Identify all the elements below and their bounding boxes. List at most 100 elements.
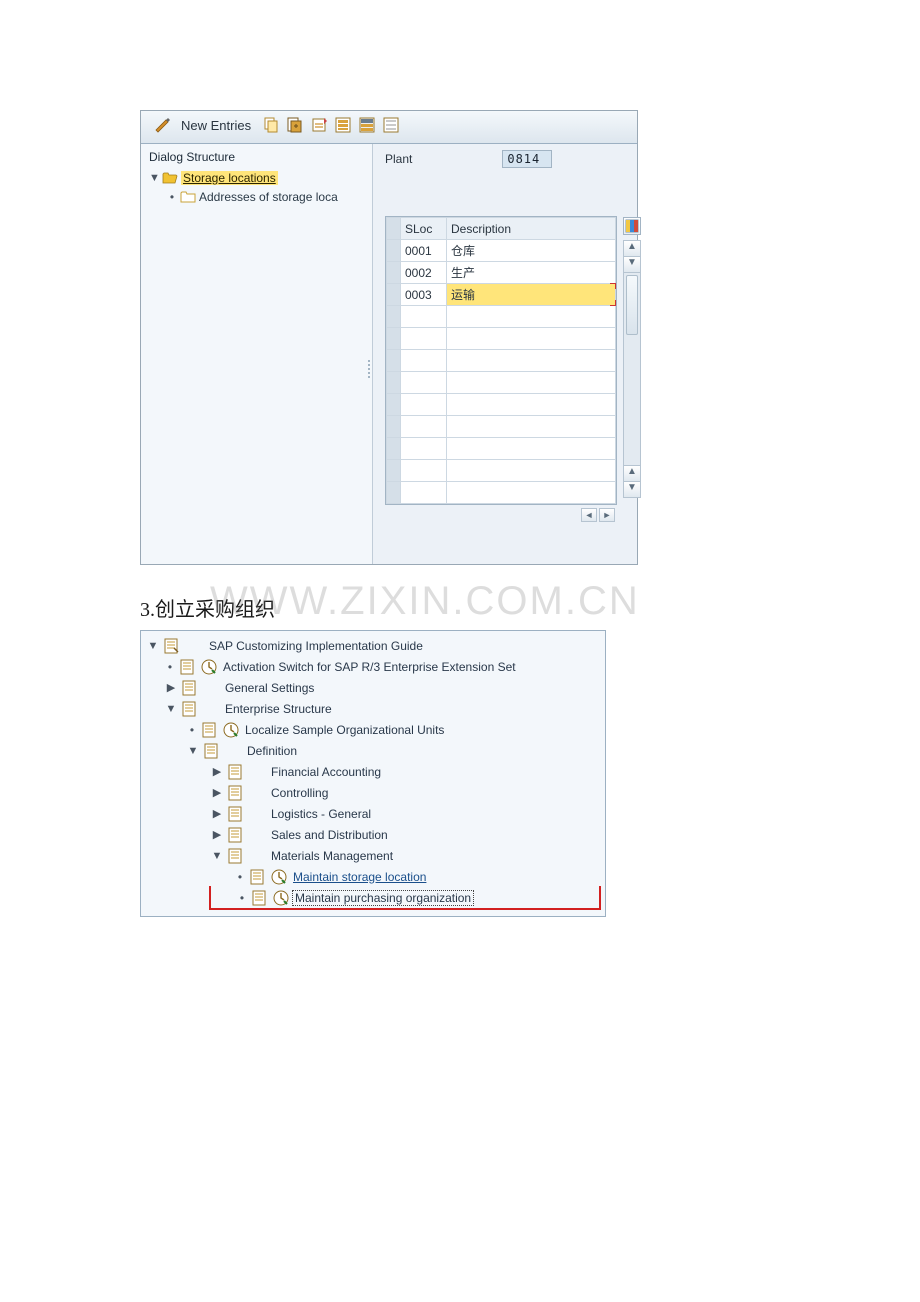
row-selector[interactable]: [387, 240, 401, 262]
delete-icon[interactable]: [309, 115, 329, 135]
table-row[interactable]: [387, 328, 616, 350]
table-row[interactable]: [387, 240, 616, 262]
section-3-heading: 3.创立采购组织: [140, 593, 780, 622]
column-sloc[interactable]: SLoc: [401, 218, 447, 240]
img-node-localize-sample[interactable]: • Localize Sample Organizational Units: [141, 719, 605, 740]
img-node-enterprise-structure[interactable]: ▼ Enterprise Structure: [141, 698, 605, 719]
img-label[interactable]: Maintain purchasing organization: [293, 891, 473, 905]
img-node-definition[interactable]: ▼ Definition: [141, 740, 605, 761]
sloc-input[interactable]: [405, 266, 442, 280]
sloc-input[interactable]: [405, 288, 442, 302]
tree-label: Addresses of storage loca: [199, 190, 338, 204]
expand-icon[interactable]: ▶: [211, 828, 223, 841]
leaf-bullet-icon: •: [187, 723, 197, 737]
scroll-right-icon[interactable]: ►: [599, 508, 615, 522]
img-label: General Settings: [223, 681, 316, 695]
doc-icon[interactable]: [251, 890, 269, 906]
expand-icon[interactable]: ▶: [211, 786, 223, 799]
expand-icon[interactable]: ▶: [211, 807, 223, 820]
collapse-icon[interactable]: ▼: [187, 745, 199, 757]
scroll-up-icon[interactable]: ▲: [624, 241, 640, 257]
table-row[interactable]: [387, 306, 616, 328]
img-node-financial-accounting[interactable]: ▶ Financial Accounting: [141, 761, 605, 782]
desc-cell[interactable]: [447, 284, 616, 306]
select-block-icon[interactable]: [357, 115, 377, 135]
execute-icon[interactable]: [271, 869, 287, 885]
img-node-sales-distribution[interactable]: ▶ Sales and Distribution: [141, 824, 605, 845]
doc-icon[interactable]: [181, 701, 199, 717]
doc-icon[interactable]: [163, 638, 181, 654]
img-node-maintain-storage-location[interactable]: • Maintain storage location: [141, 866, 605, 887]
table-row[interactable]: [387, 284, 616, 306]
img-node-controlling[interactable]: ▶ Controlling: [141, 782, 605, 803]
img-label: Materials Management: [269, 849, 395, 863]
table-row[interactable]: [387, 262, 616, 284]
splitter-handle[interactable]: [367, 354, 371, 384]
toggle-change-icon[interactable]: [153, 115, 173, 135]
desc-cell[interactable]: [447, 262, 616, 284]
execute-icon[interactable]: [273, 890, 289, 906]
scroll-left-icon[interactable]: ◄: [581, 508, 597, 522]
collapse-icon[interactable]: ▼: [211, 850, 223, 862]
doc-icon[interactable]: [227, 827, 245, 843]
img-label: Financial Accounting: [269, 765, 383, 779]
desc-input[interactable]: [451, 243, 611, 257]
scrollbar-thumb[interactable]: [626, 275, 638, 335]
img-node-logistics-general[interactable]: ▶ Logistics - General: [141, 803, 605, 824]
vertical-scrollbar[interactable]: ▲ ▼ ▲ ▼: [623, 240, 641, 498]
copy-icon[interactable]: [261, 115, 281, 135]
copy-as-icon[interactable]: [285, 115, 305, 135]
select-all-icon[interactable]: [333, 115, 353, 135]
doc-icon[interactable]: [201, 722, 219, 738]
doc-icon[interactable]: [227, 848, 245, 864]
expand-icon[interactable]: ▶: [211, 765, 223, 778]
img-label[interactable]: Maintain storage location: [291, 870, 428, 884]
desc-input[interactable]: [451, 287, 611, 301]
img-node-root[interactable]: ▼ SAP Customizing Implementation Guide: [141, 635, 605, 656]
sloc-cell[interactable]: [401, 240, 447, 262]
doc-icon[interactable]: [249, 869, 267, 885]
table-row[interactable]: [387, 438, 616, 460]
img-node-materials-management[interactable]: ▼ Materials Management: [141, 845, 605, 866]
desc-cell[interactable]: [447, 240, 616, 262]
table-row[interactable]: [387, 416, 616, 438]
execute-icon[interactable]: [223, 722, 239, 738]
tree-node-addresses[interactable]: • Addresses of storage loca: [149, 187, 372, 206]
collapse-icon[interactable]: ▼: [165, 703, 177, 715]
desc-input[interactable]: [451, 265, 611, 279]
table-row[interactable]: [387, 482, 616, 504]
doc-icon[interactable]: [227, 785, 245, 801]
doc-icon[interactable]: [227, 806, 245, 822]
row-selector[interactable]: [387, 284, 401, 306]
expand-icon[interactable]: ▶: [165, 681, 177, 694]
scroll-down2-icon[interactable]: ▼: [624, 481, 640, 497]
horizontal-scrollbar[interactable]: ◄ ►: [385, 508, 617, 522]
collapse-icon[interactable]: ▼: [149, 172, 159, 184]
doc-icon[interactable]: [227, 764, 245, 780]
new-entries-button[interactable]: New Entries: [181, 118, 251, 133]
doc-icon[interactable]: [181, 680, 199, 696]
tree-node-storage-locations[interactable]: ▼ Storage locations: [149, 168, 372, 187]
sloc-input[interactable]: [405, 244, 442, 258]
table-settings-icon[interactable]: [623, 217, 641, 235]
execute-icon[interactable]: [201, 659, 217, 675]
table-row[interactable]: [387, 460, 616, 482]
select-all-column[interactable]: [387, 218, 401, 240]
img-tree: ▼ SAP Customizing Implementation Guide •…: [140, 630, 606, 917]
img-node-activation-switch[interactable]: • Activation Switch for SAP R/3 Enterpri…: [141, 656, 605, 677]
scroll-down-icon[interactable]: ▼: [624, 257, 640, 273]
collapse-icon[interactable]: ▼: [147, 640, 159, 652]
table-row[interactable]: [387, 350, 616, 372]
column-description[interactable]: Description: [447, 218, 616, 240]
doc-icon[interactable]: [179, 659, 197, 675]
scroll-up2-icon[interactable]: ▲: [624, 465, 640, 481]
sloc-cell[interactable]: [401, 284, 447, 306]
img-node-general-settings[interactable]: ▶ General Settings: [141, 677, 605, 698]
table-row[interactable]: [387, 394, 616, 416]
doc-icon[interactable]: [203, 743, 221, 759]
sloc-cell[interactable]: [401, 262, 447, 284]
table-row[interactable]: [387, 372, 616, 394]
deselect-all-icon[interactable]: [381, 115, 401, 135]
row-selector[interactable]: [387, 262, 401, 284]
img-node-maintain-purchasing-org[interactable]: • Maintain purchasing organization: [211, 887, 599, 908]
